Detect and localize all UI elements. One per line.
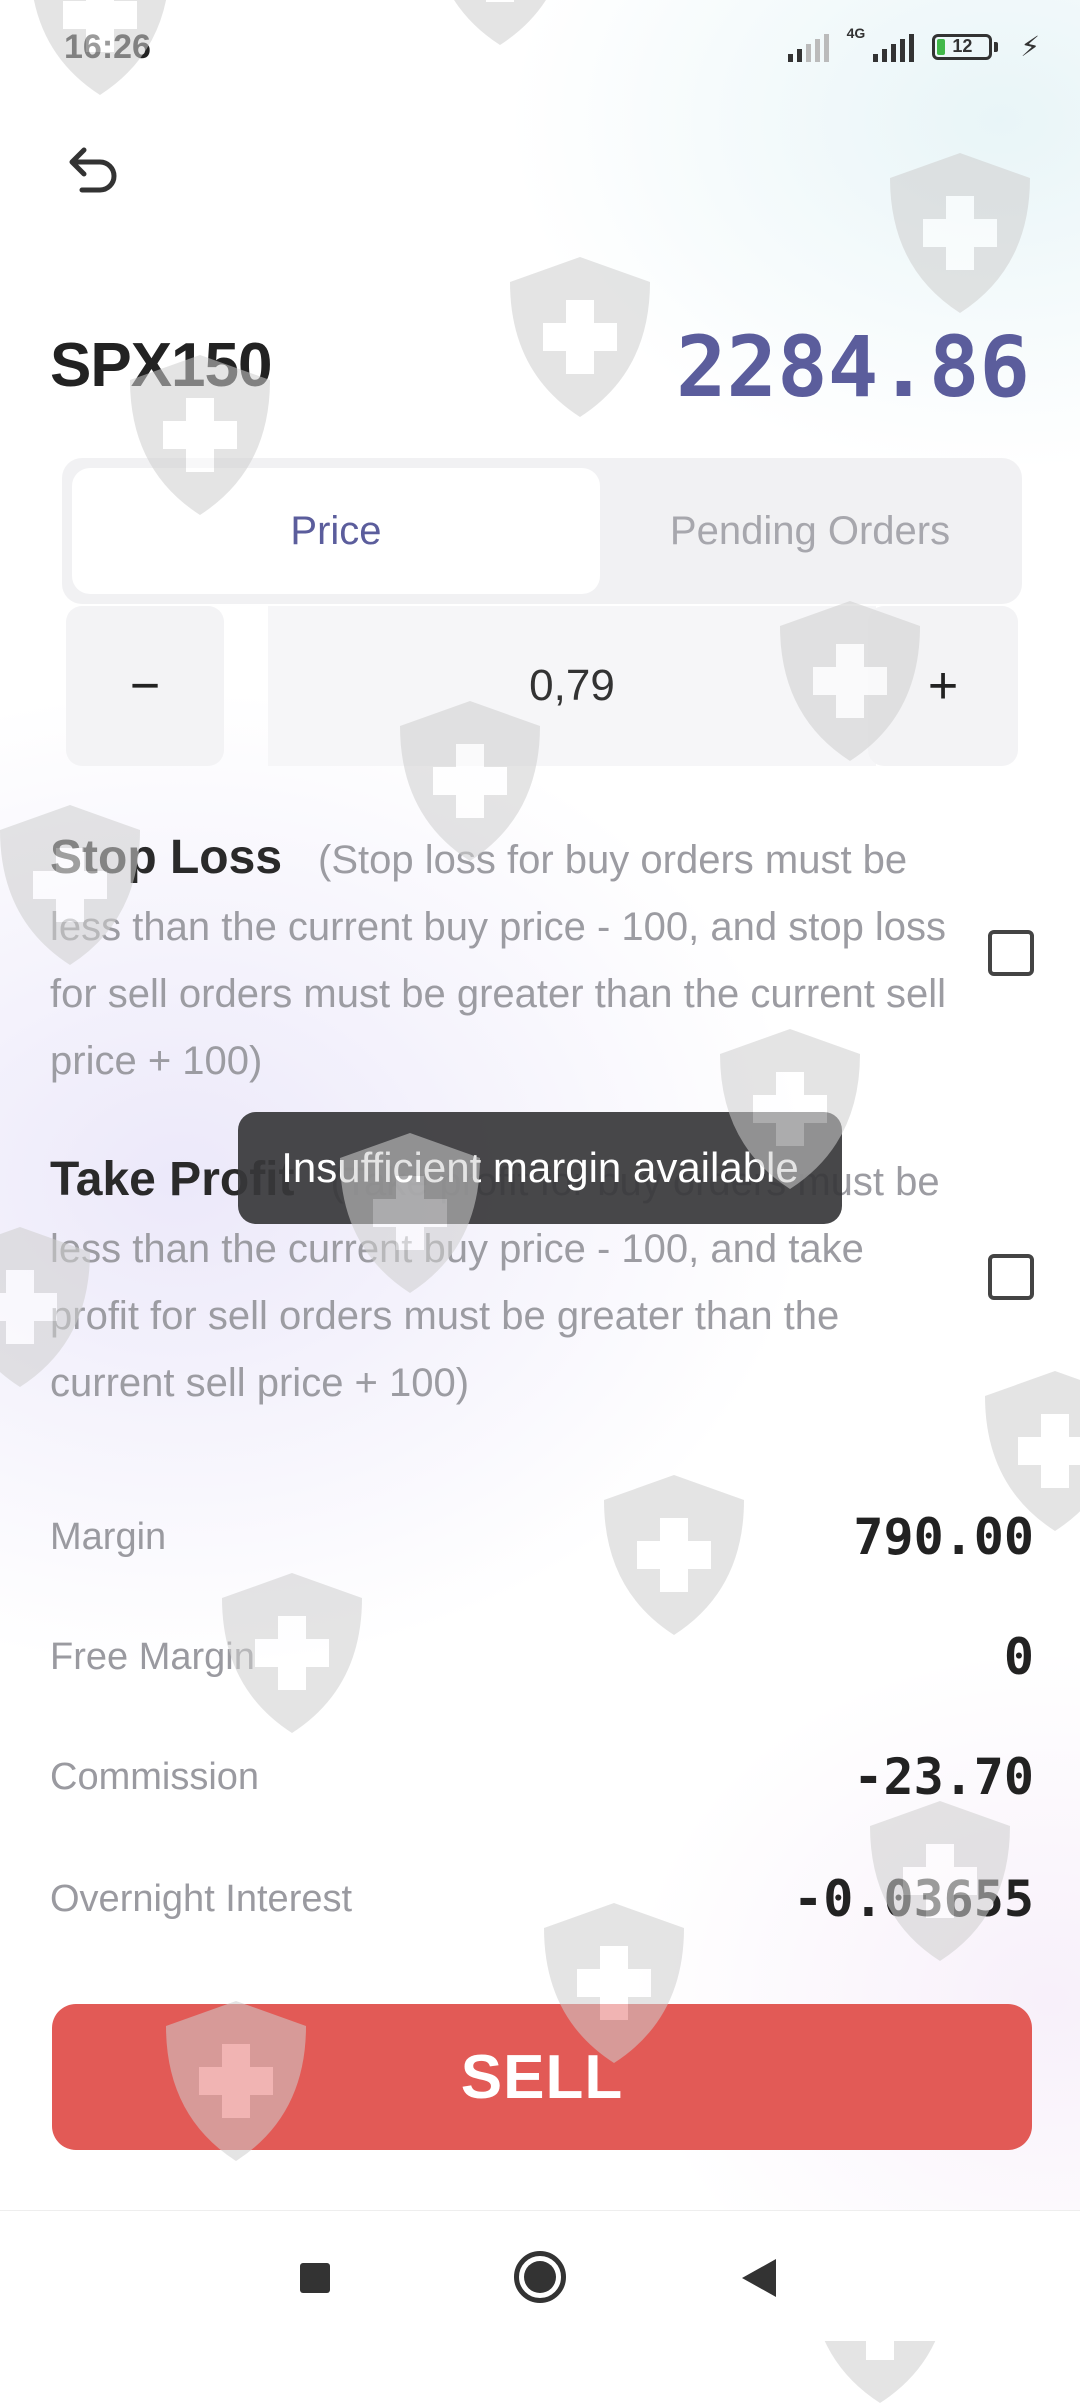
undo-arrow-icon <box>69 147 117 193</box>
commission-row: Commission -23.70 <box>50 1742 1034 1812</box>
status-time: 16:26 <box>64 28 151 66</box>
decrease-button[interactable]: − <box>66 606 224 766</box>
status-bar: 16:26 4G 12 ⚡ <box>0 0 1080 96</box>
info-label: Free Margin <box>50 1635 255 1678</box>
network-type: 4G <box>846 24 866 41</box>
system-nav-bar <box>0 2210 1080 2341</box>
toast-message: Insufficient margin available <box>238 1112 842 1224</box>
stop-loss-title: Stop Loss <box>50 831 283 884</box>
sell-button[interactable]: SELL <box>52 2004 1032 2150</box>
info-value: -0.03655 <box>793 1870 1034 1928</box>
circle-icon[interactable] <box>514 2251 566 2303</box>
charging-icon: ⚡ <box>1020 31 1040 62</box>
lot-stepper: − 0,79 + <box>66 606 1018 766</box>
free-margin-row: Free Margin 0 <box>50 1622 1034 1692</box>
battery-level: 12 <box>952 36 973 56</box>
increase-button[interactable]: + <box>868 606 1018 766</box>
take-profit-checkbox[interactable] <box>988 1254 1034 1300</box>
info-label: Overnight Interest <box>50 1877 353 1920</box>
lot-input[interactable]: 0,79 <box>268 606 876 766</box>
status-icons: 4G 12 ⚡ <box>787 25 1040 63</box>
tab-price[interactable]: Price <box>72 468 600 594</box>
square-icon[interactable] <box>300 2263 330 2293</box>
info-value: -23.70 <box>853 1748 1034 1806</box>
margin-row: Margin 790.00 <box>50 1502 1034 1572</box>
info-label: Commission <box>50 1755 260 1798</box>
signal-icon <box>787 32 829 62</box>
overnight-interest-row: Overnight Interest -0.03655 <box>50 1864 1034 1934</box>
info-value: 0 <box>1003 1628 1034 1686</box>
back-button[interactable] <box>60 138 124 202</box>
stop-loss-checkbox[interactable] <box>988 930 1034 976</box>
info-value: 790.00 <box>853 1508 1034 1566</box>
tab-pending-orders[interactable]: Pending Orders <box>610 468 1010 594</box>
order-type-tabs: Price Pending Orders <box>62 458 1022 604</box>
info-label: Margin <box>50 1515 167 1558</box>
signal-4g-icon <box>873 32 915 62</box>
current-price: 2284.86 <box>675 318 1030 416</box>
battery-icon: 12 <box>932 33 999 60</box>
triangle-back-icon[interactable] <box>742 2259 776 2297</box>
instrument-symbol: SPX150 <box>50 331 273 400</box>
stop-loss-section: Stop Loss (Stop loss for buy orders must … <box>50 824 950 1095</box>
